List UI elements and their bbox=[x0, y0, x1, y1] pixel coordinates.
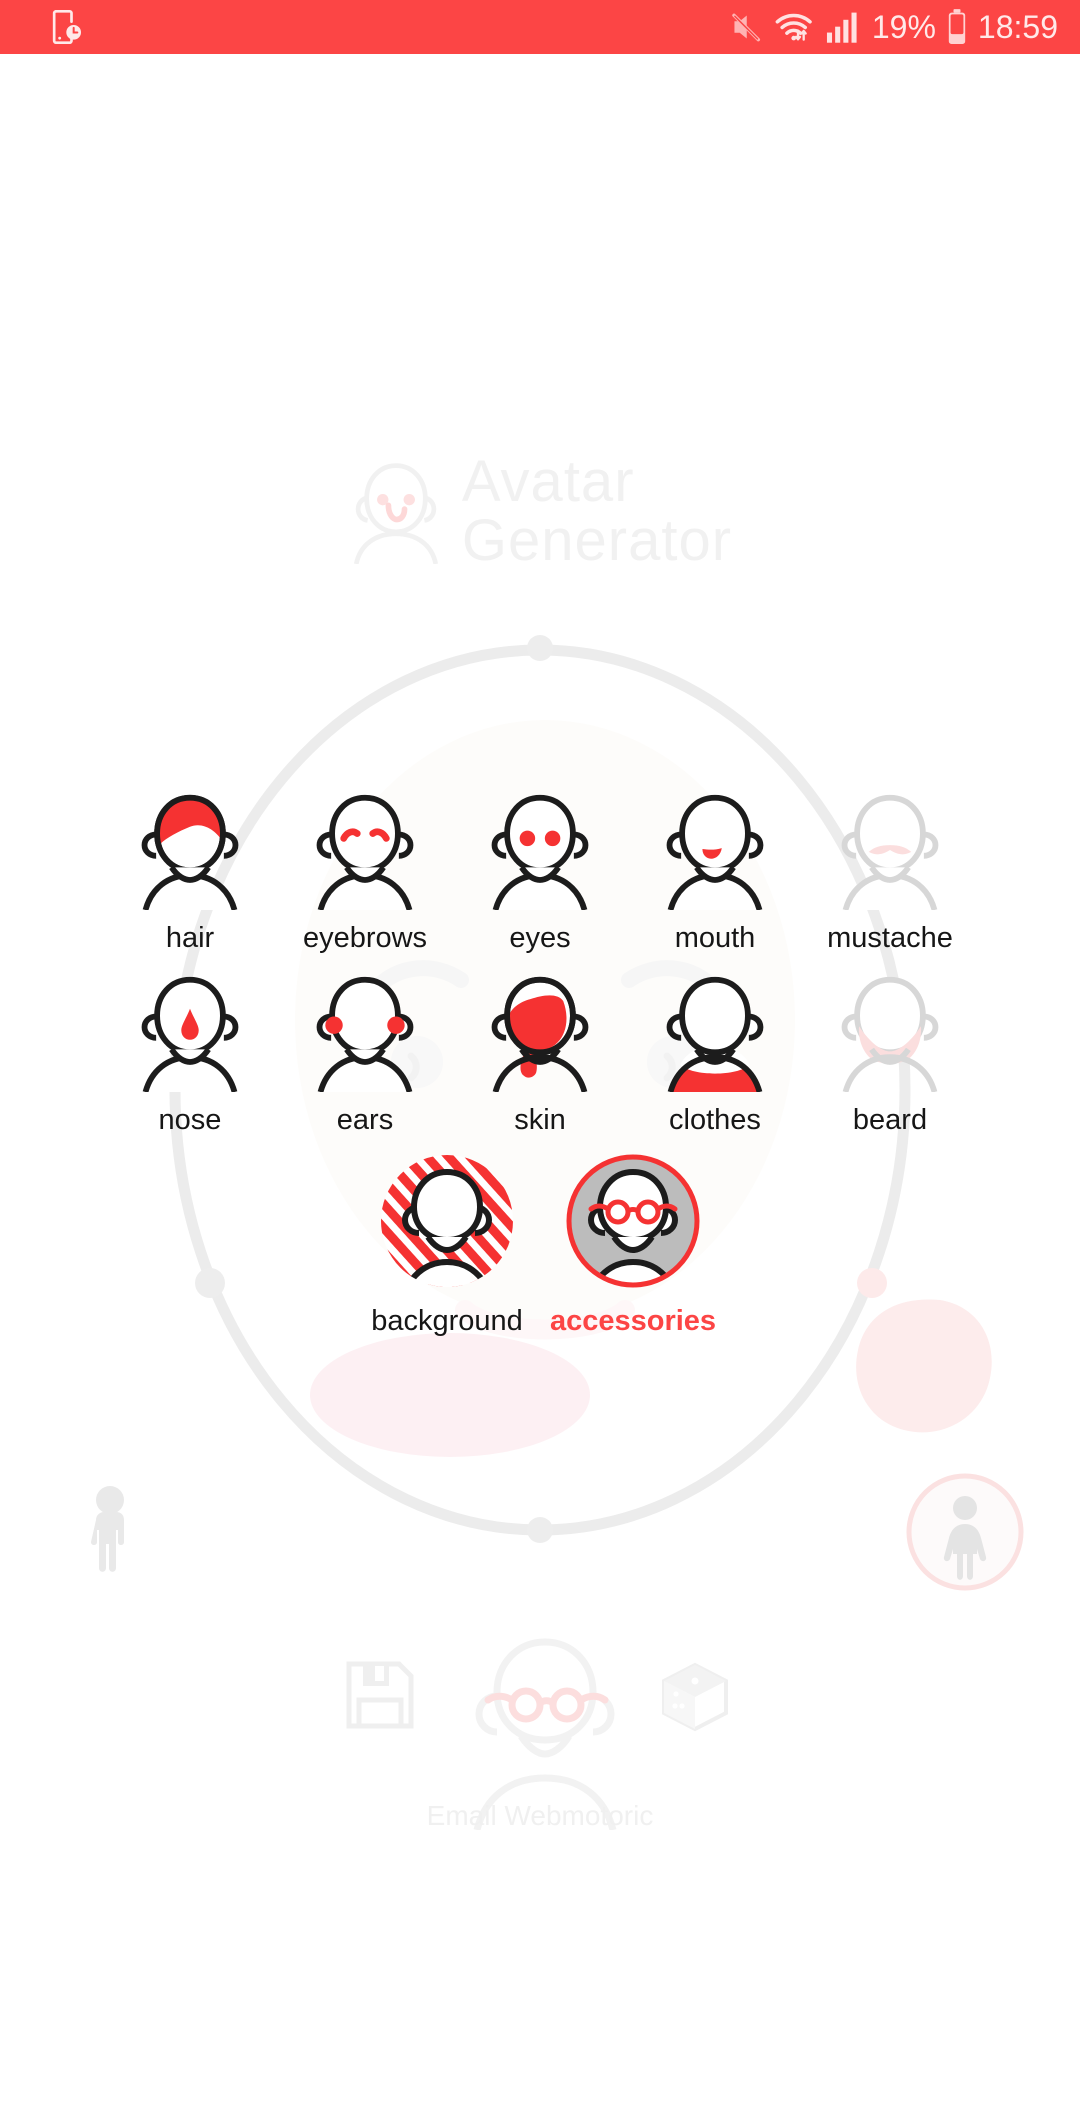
feature-item-background[interactable]: background bbox=[357, 1149, 537, 1336]
avatar-eyes-icon bbox=[491, 794, 589, 910]
battery-percent-label: 19% bbox=[871, 9, 936, 45]
app-logo-watermark: Avatar Generator bbox=[0, 452, 1080, 570]
battery-icon bbox=[948, 9, 966, 44]
feature-row-2: nose ears skin clothes beard bbox=[0, 972, 1080, 1135]
feature-item-eyebrows[interactable]: eyebrows bbox=[278, 790, 453, 953]
avatar-preview-icon[interactable] bbox=[455, 1610, 635, 1830]
mute-icon bbox=[732, 13, 760, 42]
avatar-beard-icon bbox=[841, 976, 939, 1092]
bottom-toolbar bbox=[0, 1638, 1080, 1900]
feature-label-eyebrows: eyebrows bbox=[302, 922, 428, 954]
feature-label-hair: hair bbox=[165, 922, 215, 954]
clock-label: 18:59 bbox=[977, 9, 1058, 45]
avatar-eyebrows-icon bbox=[316, 794, 414, 910]
feature-label-clothes: clothes bbox=[669, 1104, 761, 1136]
avatar-accessories-icon bbox=[566, 1154, 700, 1288]
feature-row-3: background accessories bbox=[0, 1149, 1080, 1336]
feature-label-background: background bbox=[371, 1305, 523, 1337]
feature-item-ears[interactable]: ears bbox=[278, 972, 453, 1135]
feature-item-hair[interactable]: hair bbox=[103, 790, 278, 953]
feature-item-mouth[interactable]: mouth bbox=[628, 790, 803, 953]
avatar-skin-icon bbox=[491, 976, 589, 1092]
app-title-line1: Avatar bbox=[461, 449, 635, 514]
wifi-icon bbox=[775, 13, 812, 41]
feature-item-clothes[interactable]: clothes bbox=[628, 972, 803, 1135]
feature-item-nose[interactable]: nose bbox=[103, 972, 278, 1135]
baby-face-icon bbox=[353, 463, 438, 565]
avatar-mustache-icon bbox=[841, 794, 939, 910]
feature-item-mustache[interactable]: mustache bbox=[803, 790, 978, 953]
dice-icon[interactable] bbox=[660, 1662, 730, 1732]
status-bar-left bbox=[46, 7, 86, 47]
feature-item-eyes[interactable]: eyes bbox=[453, 790, 628, 953]
feature-label-skin: skin bbox=[514, 1104, 566, 1136]
email-link[interactable]: Email Webmotoric bbox=[0, 1800, 1080, 1832]
feature-label-accessories: accessories bbox=[549, 1305, 717, 1337]
feature-label-mustache: mustache bbox=[827, 922, 953, 954]
feature-label-eyes: eyes bbox=[509, 922, 571, 954]
gender-female-button[interactable] bbox=[900, 1470, 1030, 1600]
avatar-ears-icon bbox=[316, 976, 414, 1092]
feature-label-nose: nose bbox=[158, 1104, 222, 1136]
avatar-nose-icon bbox=[141, 976, 239, 1092]
feature-label-beard: beard bbox=[852, 1104, 928, 1136]
feature-row-1: hair eyebrows eyes mouth mustache bbox=[0, 790, 1080, 953]
avatar-hair-icon bbox=[141, 794, 239, 910]
avatar-clothes-icon bbox=[666, 976, 764, 1092]
status-bar: 19% 18:59 bbox=[0, 0, 1080, 54]
screen-time-icon bbox=[52, 10, 81, 44]
app-title-line2: Generator bbox=[461, 508, 733, 574]
signal-icon bbox=[826, 12, 857, 43]
feature-item-skin[interactable]: skin bbox=[453, 972, 628, 1135]
status-bar-right: 19% 18:59 bbox=[728, 8, 1058, 46]
avatar-mouth-icon bbox=[666, 794, 764, 910]
feature-item-beard[interactable]: beard bbox=[803, 972, 978, 1135]
feature-item-accessories[interactable]: accessories bbox=[543, 1149, 723, 1336]
gender-male-button[interactable] bbox=[58, 1470, 188, 1600]
avatar-background-icon bbox=[381, 1155, 513, 1287]
floppy-disk-icon[interactable] bbox=[345, 1660, 415, 1730]
feature-label-mouth: mouth bbox=[674, 922, 756, 954]
feature-grid: hair eyebrows eyes mouth mustache nose e… bbox=[0, 790, 1080, 1336]
feature-label-ears: ears bbox=[336, 1104, 394, 1136]
